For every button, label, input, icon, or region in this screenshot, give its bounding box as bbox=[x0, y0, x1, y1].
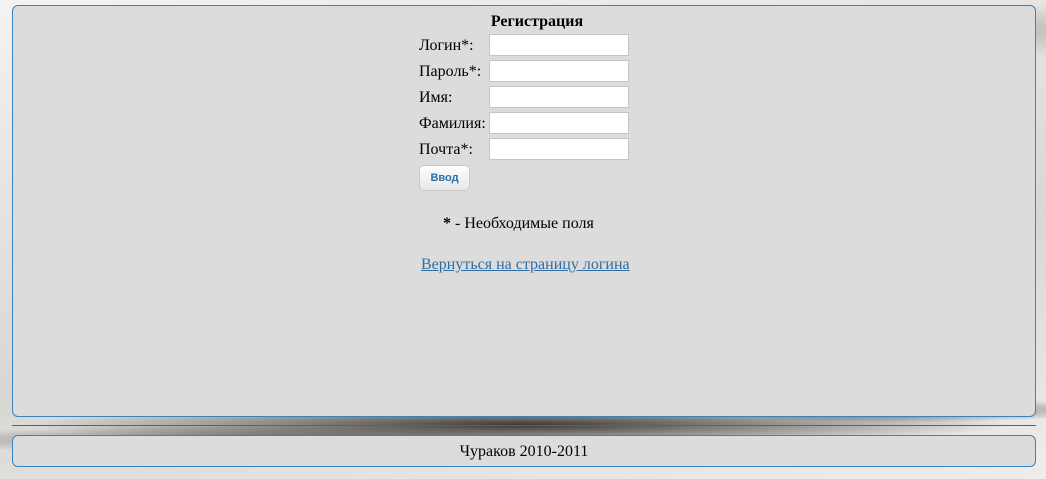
last-name-input[interactable] bbox=[489, 112, 629, 134]
form-title: Регистрация bbox=[490, 13, 584, 30]
required-star: * bbox=[443, 215, 451, 232]
login-label: Логин*: bbox=[419, 37, 474, 54]
registration-panel: Регистрация Логин*: Пароль*: Имя: Фамили… bbox=[12, 5, 1036, 417]
last-name-label: Фамилия: bbox=[419, 115, 486, 132]
footer-divider bbox=[12, 425, 1036, 426]
password-row: Пароль*: bbox=[419, 60, 659, 84]
first-name-label: Имя: bbox=[419, 89, 453, 106]
footer-copyright: Чураков 2010-2011 bbox=[459, 443, 589, 460]
last-name-row: Фамилия: bbox=[419, 112, 659, 136]
email-input[interactable] bbox=[489, 138, 629, 160]
email-row: Почта*: bbox=[419, 138, 659, 162]
login-row: Логин*: bbox=[419, 34, 659, 58]
back-to-login-link[interactable]: Вернуться на страницу логина bbox=[421, 256, 630, 274]
required-fields-note: * - Необходимые поля bbox=[443, 215, 594, 233]
required-note-text: - Необходимые поля bbox=[451, 215, 594, 232]
login-input[interactable] bbox=[489, 34, 629, 56]
first-name-row: Имя: bbox=[419, 86, 659, 110]
password-label: Пароль*: bbox=[419, 63, 482, 80]
password-input[interactable] bbox=[489, 60, 629, 82]
submit-button[interactable]: Ввод bbox=[419, 165, 470, 191]
footer-panel: Чураков 2010-2011 bbox=[12, 435, 1036, 467]
email-label: Почта*: bbox=[419, 141, 473, 158]
first-name-input[interactable] bbox=[489, 86, 629, 108]
